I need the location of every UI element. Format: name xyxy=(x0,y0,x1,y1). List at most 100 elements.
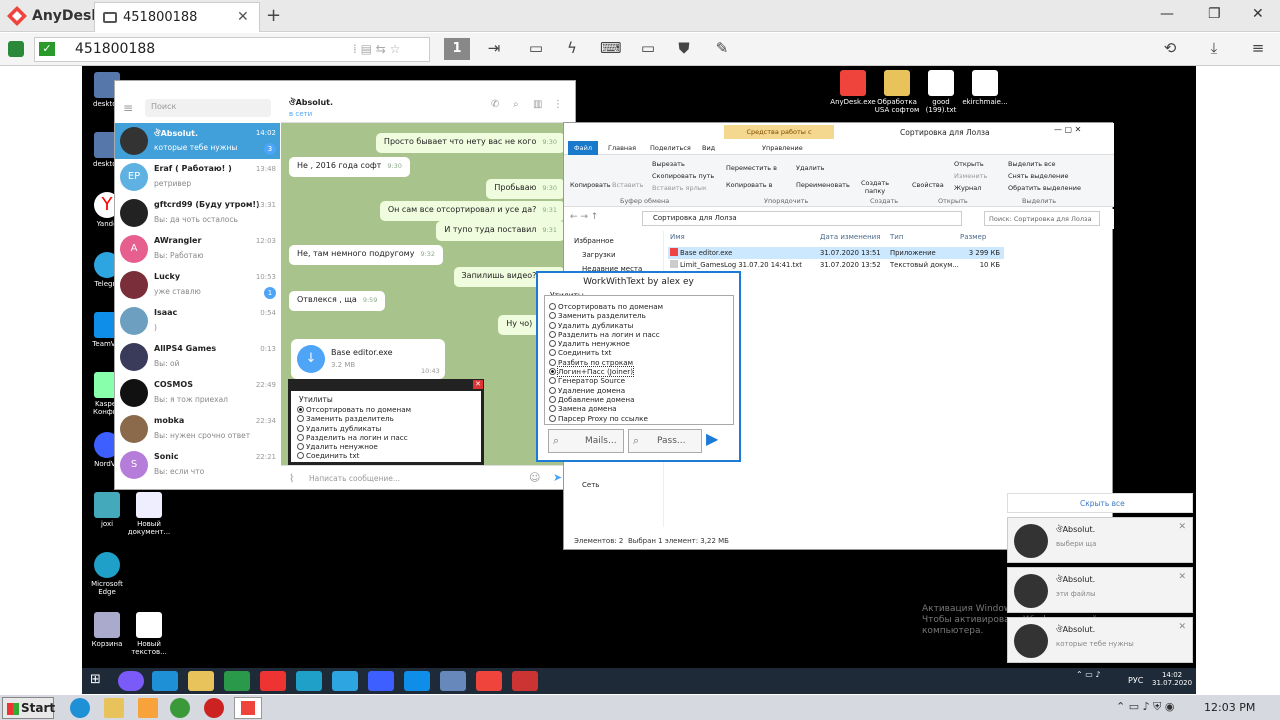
utilities-dialog-small[interactable]: ✕ Утилиты Отсортировать по доменам Замени… xyxy=(288,379,484,465)
ie-icon[interactable] xyxy=(70,698,90,718)
chat-list-item[interactable]: mobka Вы: нужен срочно ответ 22:34 xyxy=(115,411,280,447)
open-button[interactable]: Открыть xyxy=(954,160,984,168)
paste-button[interactable]: Вставить xyxy=(612,181,643,189)
message-bubble[interactable]: Он сам все отсортировал и усе да? 9:31 xyxy=(379,201,565,221)
workwithtext-window[interactable]: WorkWithText by alex ey Утилиты Отсортир… xyxy=(536,271,741,462)
download-icon[interactable]: ↓ xyxy=(297,345,325,373)
phone-icon[interactable]: ✆ xyxy=(491,99,499,110)
radio-option[interactable]: Удаление домена xyxy=(549,386,663,395)
rename-button[interactable]: Переименовать xyxy=(796,181,850,189)
radio-option[interactable]: Отсортировать по доменам xyxy=(297,405,411,414)
anydesk-icon[interactable] xyxy=(476,671,502,691)
doc-icon[interactable]: Новый документ... xyxy=(124,492,174,536)
message-bubble[interactable]: Просто бывает что нету вас не кого 9:30 xyxy=(375,133,565,153)
chat-list-item[interactable]: COSMOS Вы: я тож приехал 22:49 xyxy=(115,375,280,411)
radio-option[interactable]: Удалить дубликаты xyxy=(549,321,663,330)
session-number[interactable]: 1 xyxy=(444,38,470,60)
radio-option[interactable]: Заменить разделитель xyxy=(297,414,411,423)
pen-icon[interactable]: ✎ xyxy=(712,39,732,59)
message-input[interactable]: Написать сообщение... xyxy=(309,474,400,483)
chat-list-item[interactable]: Isaac) 0:54 xyxy=(115,303,280,339)
col-date[interactable]: Дата изменения xyxy=(820,233,880,241)
anydesk-task-button[interactable] xyxy=(234,697,262,719)
doc-icon[interactable]: ekirchmaie... xyxy=(960,70,1010,106)
close-button[interactable]: ✕ xyxy=(1252,6,1264,22)
nav-downloads[interactable]: Загрузки xyxy=(582,251,616,263)
address-field[interactable]: ✓ 451800188 ⁞ ▤ ⇆ ☆ xyxy=(34,37,430,62)
folder-icon[interactable]: Обработка USA софтом xyxy=(872,70,922,114)
close-icon[interactable]: ✕ xyxy=(1178,572,1186,582)
radio-option[interactable]: Добавление домена xyxy=(549,395,663,404)
windows-start-icon[interactable]: ⊞ xyxy=(90,672,101,687)
action-icon[interactable]: ϟ xyxy=(562,39,582,59)
message-bubble[interactable]: И тупо туда поставил 9:31 xyxy=(436,221,565,241)
transfer-icon[interactable]: ⇥ xyxy=(484,39,504,59)
col-name[interactable]: Имя xyxy=(670,233,685,241)
tab-share[interactable]: Поделиться xyxy=(650,144,691,152)
minimize-button[interactable]: — xyxy=(1160,6,1174,22)
search-icon[interactable]: ⌕ xyxy=(513,99,519,110)
hide-all-link[interactable]: Скрыть все xyxy=(1080,499,1125,508)
chat-list-item[interactable]: S Sonic Вы: если что 22:21 xyxy=(115,447,280,483)
remote-clock[interactable]: 14:02 31.07.2020 xyxy=(1152,671,1192,687)
tab-view[interactable]: Вид xyxy=(702,144,715,152)
message-bubble[interactable]: Пробьваю 9:30 xyxy=(486,179,565,199)
chat-list-item[interactable]: EP Eraf ( Работаю! ) ретривер 13:48 xyxy=(115,159,280,195)
display-icon[interactable]: ▭ xyxy=(638,39,658,59)
nav-network[interactable]: Сеть xyxy=(582,481,599,493)
move-to-button[interactable]: Переместить в xyxy=(726,164,777,172)
maximize-button[interactable]: ❐ xyxy=(1208,6,1221,22)
chat-list-item[interactable]: gftcrd99 (Буду утром!) Вы: да чоть остало… xyxy=(115,195,280,231)
mails-button[interactable]: ⌕ Mails... xyxy=(548,429,624,453)
yandex-browser-icon[interactable] xyxy=(260,671,286,691)
more-icon[interactable]: ⋮ xyxy=(553,99,563,110)
radio-option[interactable]: Парсер Proxy по ссылке xyxy=(549,414,663,423)
tab-home[interactable]: Главная xyxy=(608,144,636,152)
app-icon[interactable] xyxy=(512,671,538,691)
edge-icon[interactable] xyxy=(296,671,322,691)
telegram-icon[interactable] xyxy=(332,671,358,691)
radio-option[interactable]: Удалить ненужное xyxy=(297,442,411,451)
nav-favorites[interactable]: Избранное xyxy=(574,237,614,249)
ie-icon[interactable] xyxy=(152,671,178,691)
path-field[interactable]: Сортировка для Лолза xyxy=(642,211,962,226)
properties-button[interactable]: Свойства xyxy=(912,181,944,189)
window-controls[interactable]: — ▢ ✕ xyxy=(1054,125,1081,134)
pass-button[interactable]: ⌕ Pass... xyxy=(628,429,702,453)
radio-option[interactable]: Отсортировать по доменам xyxy=(549,302,663,311)
message-bubble[interactable]: Не, там немного подругому 9:32 xyxy=(289,245,444,265)
radio-option[interactable]: Удалить ненужное xyxy=(549,339,663,348)
notification-card[interactable]: ঔAbsolut. которые тебе нужны ✕ xyxy=(1007,617,1193,663)
tray-icons[interactable]: ⌃ ▭ ♪ xyxy=(1076,670,1100,679)
radio-option[interactable]: Замена домена xyxy=(549,404,663,413)
workwithtext-icon[interactable] xyxy=(440,671,466,691)
notification-card[interactable]: ঔAbsolut. выбери ща ✕ xyxy=(1007,517,1193,563)
explorer-icon[interactable] xyxy=(188,671,214,691)
edit-button[interactable]: Изменить xyxy=(954,172,987,180)
sidebar-icon[interactable]: ▥ xyxy=(533,99,542,110)
select-all-button[interactable]: Выделить все xyxy=(1008,160,1056,168)
paste-shortcut-button[interactable]: Вставить ярлык xyxy=(652,184,707,192)
close-tab-icon[interactable]: ✕ xyxy=(237,9,249,25)
cut-button[interactable]: Вырезать xyxy=(652,160,685,168)
new-tab-button[interactable]: + xyxy=(266,5,281,26)
doc-icon[interactable]: Новый текстов... xyxy=(124,612,174,656)
nordvpn-icon[interactable] xyxy=(368,671,394,691)
edge-icon[interactable]: Microsoft Edge xyxy=(82,552,132,596)
history-icon[interactable]: ⟲ xyxy=(1160,39,1180,59)
language-indicator[interactable]: РУС xyxy=(1128,676,1143,685)
radio-option[interactable]: Соединить txt xyxy=(549,348,663,357)
chat-list-item[interactable]: Lucky уже ставлю 10:53 1 xyxy=(115,267,280,303)
radio-option[interactable]: Генератор Source xyxy=(549,376,663,385)
chat-list-item[interactable]: ঔAbsolut. которые тебе нужны 14:02 3 xyxy=(115,123,280,159)
chrome-icon[interactable] xyxy=(170,698,190,718)
tab-file[interactable]: Файл xyxy=(568,141,598,155)
nav-arrows-icon[interactable]: ← → ↑ xyxy=(570,212,598,222)
col-type[interactable]: Тип xyxy=(890,233,903,241)
radio-option[interactable]: Логин+Пасс (Joiner) xyxy=(549,366,663,378)
radio-option[interactable]: Соединить txt xyxy=(297,451,411,460)
file-message[interactable]: ↓ Base editor.exe 3.2 MB 10:43 xyxy=(291,339,445,379)
copy-button[interactable]: Копировать xyxy=(570,181,611,189)
message-bubble[interactable]: Не , 2016 года софт 9:30 xyxy=(289,157,410,177)
session-tab[interactable]: 451800188 ✕ xyxy=(94,2,260,32)
